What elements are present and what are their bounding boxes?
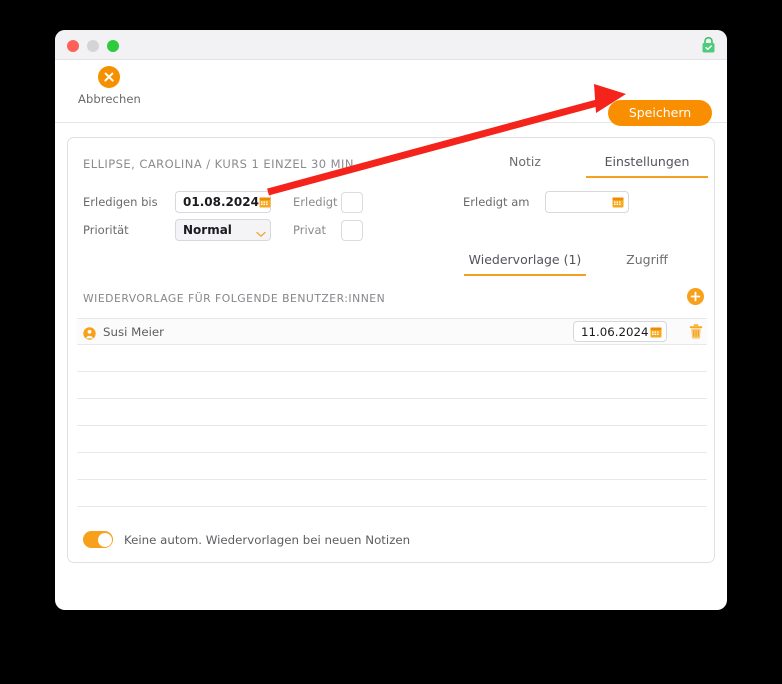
table-row[interactable] [77, 426, 707, 453]
list-item-date-value: 11.06.2024 [581, 324, 649, 339]
done-checkbox[interactable] [341, 191, 363, 213]
priority-value: Normal [183, 223, 232, 237]
window-toolbar: Abbrechen Speichern [55, 60, 727, 126]
recall-user-list: Susi Meier 11.06.2024 [77, 318, 707, 507]
due-date-field[interactable]: 01.08.2024 [175, 191, 271, 213]
tab-notiz[interactable]: Notiz [464, 150, 586, 178]
table-row[interactable] [77, 399, 707, 426]
window-controls [67, 40, 119, 52]
calendar-icon[interactable] [650, 326, 662, 338]
auto-recall-toggle-label: Keine autom. Wiedervorlagen bei neuen No… [124, 532, 411, 547]
priority-select[interactable]: Normal [175, 219, 271, 241]
table-row[interactable] [77, 480, 707, 507]
primary-tabs: Notiz Einstellungen [464, 150, 708, 178]
auto-recall-toggle[interactable] [83, 531, 113, 548]
table-row[interactable] [77, 372, 707, 399]
priority-row: Priorität Normal Privat [83, 216, 363, 244]
private-checkbox[interactable] [341, 219, 363, 241]
tab-wiedervorlage[interactable]: Wiedervorlage (1) [464, 248, 586, 276]
trash-icon[interactable] [689, 324, 703, 339]
user-circle-icon [83, 325, 96, 340]
tab-einstellungen[interactable]: Einstellungen [586, 150, 708, 178]
settings-form-left: Erledigen bis 01.08.2024 Erledigt Priori… [83, 188, 363, 244]
due-date-label: Erledigen bis [83, 195, 158, 209]
table-row[interactable] [77, 345, 707, 372]
settings-form-right: Erledigt am [463, 188, 629, 216]
window-titlebar [55, 30, 727, 60]
zoom-window-button[interactable] [107, 40, 119, 52]
list-heading: WIEDERVORLAGE FÜR FOLGENDE BENUTZER:INNE… [83, 292, 386, 305]
list-item-date-field[interactable]: 11.06.2024 [573, 321, 667, 342]
private-label: Privat [293, 223, 327, 237]
chevron-down-icon [256, 227, 266, 237]
cancel-button[interactable]: Abbrechen [78, 66, 141, 106]
plus-circle-icon[interactable] [687, 288, 704, 305]
done-on-label: Erledigt am [463, 195, 530, 209]
due-date-row: Erledigen bis 01.08.2024 Erledigt [83, 188, 363, 216]
list-item-user-name: Susi Meier [103, 324, 164, 339]
lock-secure-icon [700, 36, 717, 54]
circle-x-icon [98, 66, 120, 88]
done-on-row: Erledigt am [463, 188, 629, 216]
tab-zugriff[interactable]: Zugriff [586, 248, 708, 276]
close-window-button[interactable] [67, 40, 79, 52]
secondary-tabs: Wiedervorlage (1) Zugriff [464, 248, 708, 276]
minimize-window-button[interactable] [87, 40, 99, 52]
app-window: Abbrechen Speichern ELLIPSE, CAROLINA / … [55, 30, 727, 610]
done-label: Erledigt [293, 195, 338, 209]
toggle-knob [97, 532, 112, 547]
cancel-button-label: Abbrechen [78, 92, 141, 106]
priority-label: Priorität [83, 223, 129, 237]
due-date-value: 01.08.2024 [183, 195, 259, 209]
save-button[interactable]: Speichern [608, 100, 712, 126]
auto-recall-toggle-row: Keine autom. Wiedervorlagen bei neuen No… [83, 531, 410, 548]
table-row[interactable] [77, 453, 707, 480]
calendar-icon[interactable] [612, 196, 624, 208]
calendar-icon[interactable] [259, 196, 271, 208]
table-row[interactable]: Susi Meier 11.06.2024 [77, 318, 707, 345]
record-title: ELLIPSE, CAROLINA / KURS 1 EINZEL 30 MIN [83, 157, 354, 171]
detail-panel: ELLIPSE, CAROLINA / KURS 1 EINZEL 30 MIN… [67, 137, 715, 563]
done-on-field[interactable] [545, 191, 629, 213]
screenshot-stage: Abbrechen Speichern ELLIPSE, CAROLINA / … [0, 0, 782, 684]
